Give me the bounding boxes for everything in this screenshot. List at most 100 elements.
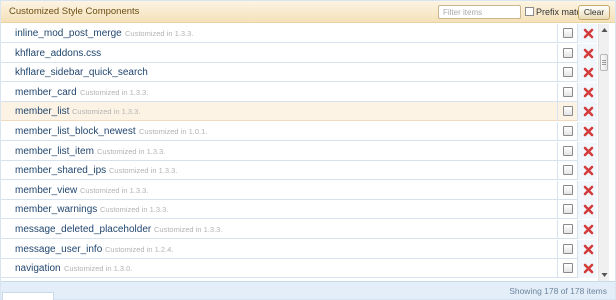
list-item[interactable]: member_warnings Customized in 1.3.3. xyxy=(1,200,597,219)
row-select-checkbox[interactable] xyxy=(563,224,573,234)
list-item[interactable]: member_list Customized in 1.3.3. xyxy=(1,102,597,121)
customized-style-panel: Customized Style Components Prefix match… xyxy=(0,0,616,300)
row-select-checkbox[interactable] xyxy=(563,263,573,273)
footer-tab xyxy=(2,292,54,300)
list-item[interactable]: member_list_block_newest Customized in 1.… xyxy=(1,122,597,141)
select-cell xyxy=(557,220,577,239)
delete-x-icon[interactable] xyxy=(583,185,594,196)
select-cell xyxy=(557,44,577,63)
customized-note: Customized in 1.3.3. xyxy=(109,166,178,175)
select-cell xyxy=(557,259,577,278)
select-cell xyxy=(557,24,577,43)
delete-cell xyxy=(577,181,597,200)
list-item[interactable]: navigation Customized in 1.3.0. xyxy=(1,259,597,278)
list-item[interactable]: message_user_info Customized in 1.2.4. xyxy=(1,240,597,259)
delete-x-icon[interactable] xyxy=(583,263,594,274)
select-cell xyxy=(557,161,577,180)
panel-header: Customized Style Components Prefix match… xyxy=(1,1,615,23)
delete-x-icon[interactable] xyxy=(583,146,594,157)
select-cell xyxy=(557,63,577,82)
select-cell xyxy=(557,83,577,102)
list-item[interactable]: member_list_item Customized in 1.3.3. xyxy=(1,142,597,161)
row-select-checkbox[interactable] xyxy=(563,185,573,195)
list-item[interactable]: member_view Customized in 1.3.3. xyxy=(1,181,597,200)
row-select-checkbox[interactable] xyxy=(563,87,573,97)
delete-x-icon[interactable] xyxy=(583,244,594,255)
delete-cell xyxy=(577,63,597,82)
row-select-checkbox[interactable] xyxy=(563,204,573,214)
delete-cell xyxy=(577,220,597,239)
component-name-link[interactable]: member_warnings xyxy=(15,204,97,215)
delete-cell xyxy=(577,142,597,161)
component-list: inline_mod_post_merge Customized in 1.3.3… xyxy=(1,24,597,280)
item-count-status: Showing 178 of 178 items xyxy=(509,286,607,296)
component-name-link[interactable]: member_view xyxy=(15,185,77,196)
select-cell xyxy=(557,102,577,121)
customized-note: Customized in 1.3.3. xyxy=(125,29,194,38)
row-select-checkbox[interactable] xyxy=(563,244,573,254)
row-select-checkbox[interactable] xyxy=(563,48,573,58)
panel-title: Customized Style Components xyxy=(9,6,140,17)
row-select-checkbox[interactable] xyxy=(563,67,573,77)
list-item[interactable]: khflare_addons.css xyxy=(1,44,597,63)
select-cell xyxy=(557,200,577,219)
row-select-checkbox[interactable] xyxy=(563,165,573,175)
component-name-link[interactable]: member_list xyxy=(15,106,69,117)
component-name-link[interactable]: navigation xyxy=(15,263,61,274)
list-item[interactable]: member_card Customized in 1.3.3. xyxy=(1,83,597,102)
delete-x-icon[interactable] xyxy=(583,67,594,78)
component-name-link[interactable]: inline_mod_post_merge xyxy=(15,28,122,39)
delete-cell xyxy=(577,122,597,141)
list-item[interactable]: message_deleted_placeholder Customized in… xyxy=(1,220,597,239)
delete-x-icon[interactable] xyxy=(583,106,594,117)
component-name-link[interactable]: khflare_sidebar_quick_search xyxy=(15,67,148,78)
list-item[interactable]: member_shared_ips Customized in 1.3.3. xyxy=(1,161,597,180)
component-name-link[interactable]: member_card xyxy=(15,87,77,98)
component-name-link[interactable]: khflare_addons.css xyxy=(15,48,101,59)
chevron-up-icon[interactable] xyxy=(601,27,608,33)
delete-x-icon[interactable] xyxy=(583,224,594,235)
delete-cell xyxy=(577,24,597,43)
delete-cell xyxy=(577,161,597,180)
delete-x-icon[interactable] xyxy=(583,126,594,137)
component-name-link[interactable]: message_user_info xyxy=(15,244,102,255)
delete-cell xyxy=(577,240,597,259)
component-name-link[interactable]: member_list_block_newest xyxy=(15,126,136,137)
delete-cell xyxy=(577,44,597,63)
customized-note: Customized in 1.3.0. xyxy=(64,264,133,273)
delete-x-icon[interactable] xyxy=(583,48,594,59)
component-name-link[interactable]: member_list_item xyxy=(15,146,94,157)
select-cell xyxy=(557,122,577,141)
list-scrollbar[interactable] xyxy=(598,24,609,281)
customized-note: Customized in 1.2.4. xyxy=(105,245,174,254)
component-name-link[interactable]: message_deleted_placeholder xyxy=(15,224,151,235)
customized-note: Customized in 1.3.3. xyxy=(80,186,149,195)
clear-button[interactable]: Clear xyxy=(578,5,610,20)
prefix-match-checkbox[interactable] xyxy=(525,7,534,16)
chevron-down-icon[interactable] xyxy=(601,272,608,278)
row-select-checkbox[interactable] xyxy=(563,126,573,136)
customized-note: Customized in 1.3.3. xyxy=(72,107,141,116)
delete-cell xyxy=(577,200,597,219)
row-select-checkbox[interactable] xyxy=(563,146,573,156)
list-item[interactable]: khflare_sidebar_quick_search xyxy=(1,63,597,82)
customized-note: Customized in 1.3.3. xyxy=(80,88,149,97)
delete-cell xyxy=(577,102,597,121)
component-name-link[interactable]: member_shared_ips xyxy=(15,165,106,176)
delete-x-icon[interactable] xyxy=(583,87,594,98)
select-cell xyxy=(557,142,577,161)
delete-x-icon[interactable] xyxy=(583,204,594,215)
delete-cell xyxy=(577,259,597,278)
select-cell xyxy=(557,181,577,200)
list-item[interactable]: inline_mod_post_merge Customized in 1.3.3… xyxy=(1,24,597,43)
customized-note: Customized in 1.3.3. xyxy=(154,225,223,234)
row-select-checkbox[interactable] xyxy=(563,106,573,116)
list-footer: Showing 178 of 178 items xyxy=(1,281,615,299)
delete-x-icon[interactable] xyxy=(583,28,594,39)
customized-note: Customized in 1.0.1. xyxy=(139,127,208,136)
customized-note: Customized in 1.3.3. xyxy=(100,205,169,214)
row-select-checkbox[interactable] xyxy=(563,28,573,38)
filter-input[interactable] xyxy=(438,5,521,19)
scrollbar-thumb[interactable] xyxy=(600,54,608,71)
delete-x-icon[interactable] xyxy=(583,165,594,176)
